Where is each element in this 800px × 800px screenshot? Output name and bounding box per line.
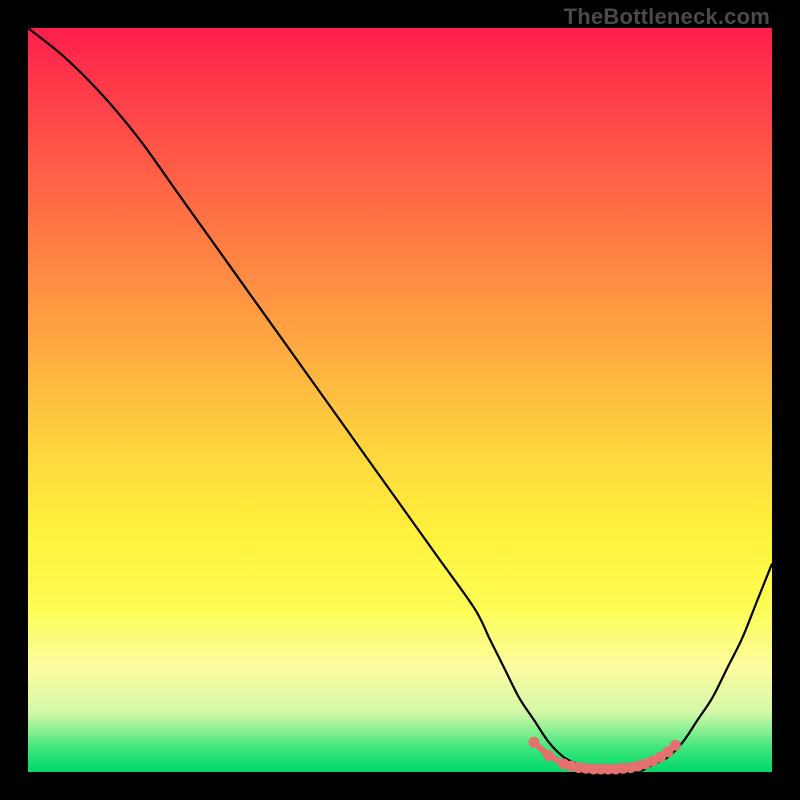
optimal-range-markers xyxy=(528,737,680,775)
optimal-range-marker xyxy=(528,737,539,748)
bottleneck-curve-svg xyxy=(28,28,772,772)
optimal-range-marker xyxy=(543,750,554,761)
chart-frame: TheBottleneck.com xyxy=(0,0,800,800)
plot-area xyxy=(28,28,772,772)
watermark-text: TheBottleneck.com xyxy=(564,4,770,30)
bottleneck-curve-line xyxy=(28,28,772,773)
optimal-range-marker xyxy=(670,740,681,751)
